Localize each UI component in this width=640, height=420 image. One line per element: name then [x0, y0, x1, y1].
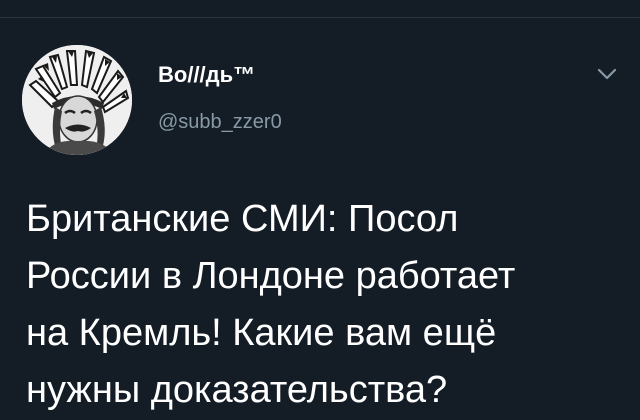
avatar-portrait-icon	[22, 45, 132, 155]
avatar[interactable]	[22, 45, 132, 155]
tweet-text-line: на Кремль! Какие вам ещё	[26, 312, 497, 354]
tweet-screen: Во///дь™ @subb_zzer0 Британские СМИ: Пос…	[0, 0, 640, 420]
user-handle[interactable]: @subb_zzer0	[158, 111, 282, 134]
top-divider	[0, 17, 640, 18]
tweet-text-line: нужны доказательства?	[26, 369, 448, 411]
tweet-text-line: Британские СМИ: Посол	[26, 198, 459, 240]
chevron-down-icon[interactable]	[596, 66, 618, 82]
tweet-text-line: России в Лондоне работает	[26, 255, 516, 297]
display-name[interactable]: Во///дь™	[158, 62, 255, 88]
tweet-text: Британские СМИ: Посол России в Лондоне р…	[26, 191, 626, 419]
